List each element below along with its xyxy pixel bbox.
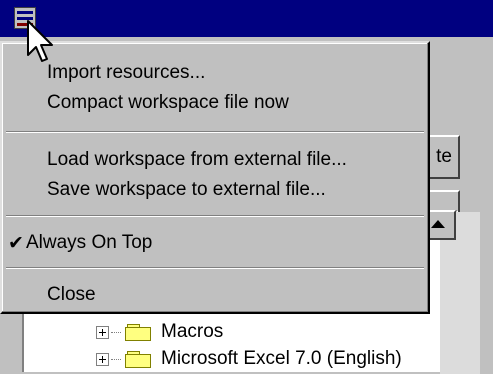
menu-item-label: Always On Top	[26, 232, 153, 253]
menu-separator	[6, 215, 424, 217]
menu-item-label: Compact workspace file now	[47, 92, 289, 113]
expand-icon[interactable]	[96, 352, 109, 366]
menu-item-compact-workspace[interactable]: Compact workspace file now	[2, 87, 428, 119]
menu-separator	[6, 131, 424, 133]
menu-separator	[6, 267, 424, 269]
menu-item-label: Import resources...	[47, 62, 206, 83]
menu-item-label: Close	[47, 284, 96, 305]
title-bar[interactable]	[0, 0, 493, 37]
tree-item-label: Microsoft Excel 7.0 (English)	[161, 348, 402, 369]
menu-item-label: Load workspace from external file...	[47, 149, 347, 170]
menu-item-always-on-top[interactable]: ✔ Always On Top	[2, 227, 428, 259]
menu-item-save-workspace[interactable]: Save workspace to external file...	[2, 174, 428, 206]
menu-item-close[interactable]: Close	[2, 279, 428, 311]
tree-item-macros[interactable]: Macros	[96, 319, 223, 345]
tree-item-excel[interactable]: Microsoft Excel 7.0 (English)	[96, 346, 402, 372]
checkmark-icon: ✔	[8, 232, 24, 254]
mouse-pointer-icon	[27, 20, 53, 62]
menu-item-label: Save workspace to external file...	[47, 179, 326, 200]
menu-item-load-workspace[interactable]: Load workspace from external file...	[2, 144, 428, 176]
expand-icon[interactable]	[96, 325, 109, 339]
delete-button-label: te	[436, 146, 452, 167]
tree-item-label: Macros	[161, 321, 224, 342]
folder-icon	[125, 349, 153, 369]
folder-icon	[125, 322, 153, 342]
menu-item-import-resources[interactable]: Import resources...	[2, 57, 428, 89]
system-context-menu: Import resources... Compact workspace fi…	[0, 41, 430, 314]
